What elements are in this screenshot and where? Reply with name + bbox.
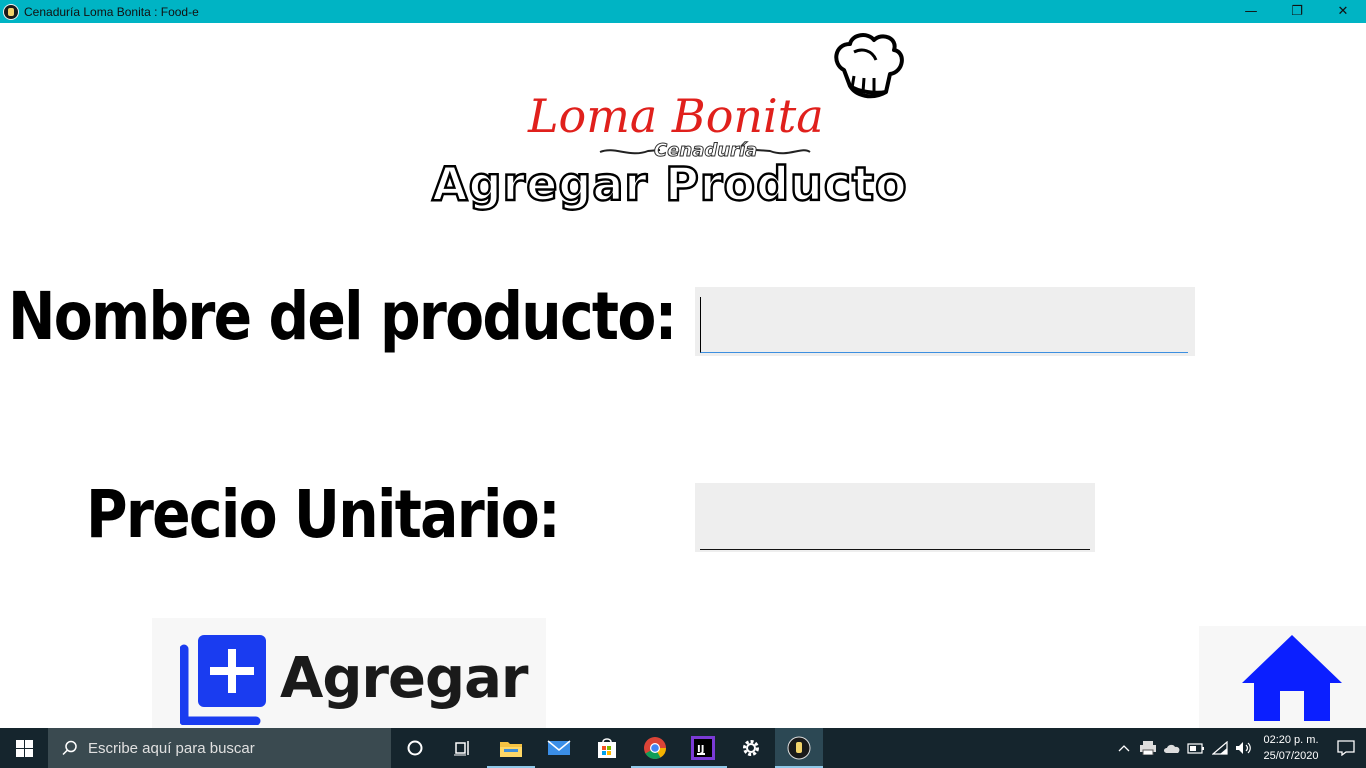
loma-bonita-logo: Loma Bonita Cenaduría [520, 30, 910, 162]
unit-price-field[interactable] [695, 483, 1095, 552]
window-title: Cenaduría Loma Bonita : Food-e [24, 4, 199, 19]
system-tray: 02:20 p. m. 25/07/2020 [1112, 728, 1366, 768]
file-explorer-button[interactable] [487, 728, 535, 768]
taskbar: IJ 02:20 p. m. 25/07/2020 [0, 728, 1366, 768]
page-title: Agregar Producto [431, 156, 908, 212]
task-view-icon [454, 741, 469, 756]
food-e-app-icon [787, 736, 811, 760]
taskbar-clock[interactable]: 02:20 p. m. 25/07/2020 [1256, 732, 1326, 764]
add-product-button-label: Agregar [280, 645, 529, 711]
taskbar-search[interactable] [48, 728, 391, 768]
windows-icon [15, 739, 33, 757]
unit-price-label: Precio Unitario: [86, 476, 561, 553]
notification-icon [1337, 740, 1355, 756]
start-button[interactable] [0, 728, 48, 768]
mail-button[interactable] [535, 728, 583, 768]
intellij-icon: IJ [691, 736, 715, 760]
minimize-button[interactable]: — [1228, 0, 1274, 23]
cortana-icon [407, 740, 423, 756]
chrome-button[interactable] [631, 728, 679, 768]
notifications-button[interactable] [1326, 728, 1366, 768]
product-name-input[interactable] [700, 297, 1188, 353]
printer-icon[interactable] [1136, 728, 1160, 768]
window-titlebar: Cenaduría Loma Bonita : Food-e — ❐ ✕ [0, 0, 1366, 23]
intellij-button[interactable]: IJ [679, 728, 727, 768]
maximize-button[interactable]: ❐ [1274, 0, 1320, 23]
window-controls: — ❐ ✕ [1228, 0, 1366, 23]
add-box-icon [180, 635, 266, 725]
taskbar-search-input[interactable] [88, 739, 368, 757]
onedrive-cloud-icon[interactable] [1160, 728, 1184, 768]
chrome-icon [644, 737, 666, 759]
folder-icon [500, 742, 522, 757]
product-name-label: Nombre del producto: [8, 278, 677, 355]
mail-icon [547, 740, 571, 755]
volume-icon[interactable] [1232, 728, 1256, 768]
home-icon [1242, 635, 1342, 721]
cortana-button[interactable] [391, 728, 439, 768]
clock-time: 02:20 p. m. [1263, 734, 1319, 746]
product-name-field[interactable] [695, 287, 1195, 356]
battery-icon[interactable] [1184, 728, 1208, 768]
task-view-button[interactable] [439, 728, 487, 768]
wifi-icon[interactable] [1208, 728, 1232, 768]
store-icon [598, 738, 616, 758]
store-button[interactable] [583, 728, 631, 768]
settings-button[interactable] [727, 728, 775, 768]
home-button[interactable] [1199, 626, 1366, 728]
chef-hat-icon [834, 33, 904, 99]
unit-price-input[interactable] [700, 493, 1090, 550]
gear-icon [743, 740, 759, 756]
logo-name: Loma Bonita [527, 89, 824, 143]
close-button[interactable]: ✕ [1320, 0, 1366, 23]
clock-date: 25/07/2020 [1263, 750, 1319, 762]
food-e-app-button[interactable] [775, 728, 823, 768]
search-icon [62, 740, 77, 756]
chevron-up-icon[interactable] [1112, 728, 1136, 768]
add-product-button[interactable]: Agregar [152, 618, 546, 728]
app-icon [3, 3, 19, 20]
